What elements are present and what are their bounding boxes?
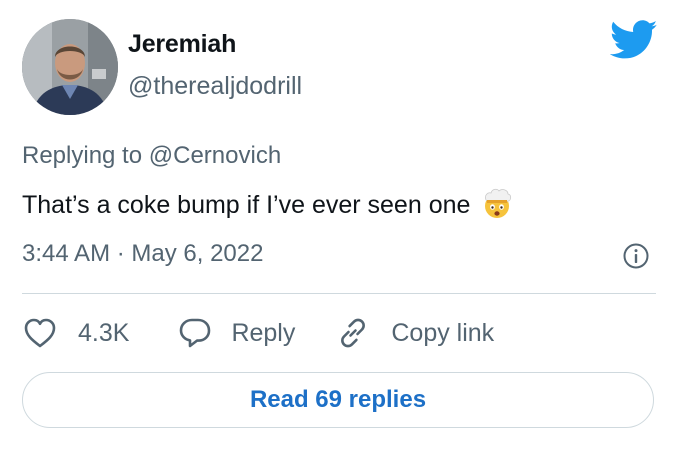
tweet-text-container: That’s a coke bump if I’ve ever seen one — [22, 187, 513, 220]
like-button[interactable]: 4.3K — [22, 315, 129, 351]
heart-icon — [24, 318, 56, 348]
info-icon[interactable] — [622, 242, 650, 270]
avatar-image — [22, 19, 118, 115]
read-replies-button[interactable]: Read 69 replies — [22, 372, 654, 428]
like-count: 4.3K — [78, 318, 130, 347]
avatar[interactable] — [22, 19, 118, 115]
reply-bubble-icon — [180, 318, 211, 348]
replying-to: Replying to @Cernovich — [22, 142, 281, 170]
reply-label: Reply — [231, 318, 296, 347]
replying-to-handle[interactable]: @Cernovich — [149, 142, 281, 169]
twitter-bird-icon[interactable] — [610, 20, 658, 60]
replying-prefix: Replying to — [22, 142, 143, 169]
tweet-card: Jeremiah @therealjdodrill Replying to @C… — [0, 0, 678, 452]
copy-link-label: Copy link — [391, 318, 495, 347]
divider — [22, 293, 656, 294]
copy-link-button[interactable]: Copy link — [335, 315, 494, 351]
action-bar: 4.3K Reply Copy link — [22, 313, 494, 353]
link-icon — [341, 318, 366, 348]
author-handle[interactable]: @therealjdodrill — [128, 72, 302, 101]
exploding-head-icon — [485, 188, 512, 218]
reply-button[interactable]: Reply — [177, 315, 295, 351]
author-name[interactable]: Jeremiah — [128, 30, 236, 59]
tweet-text: That’s a coke bump if I’ve ever seen one — [22, 191, 471, 219]
tweet-timestamp[interactable]: 3:44 AM · May 6, 2022 — [22, 240, 263, 268]
